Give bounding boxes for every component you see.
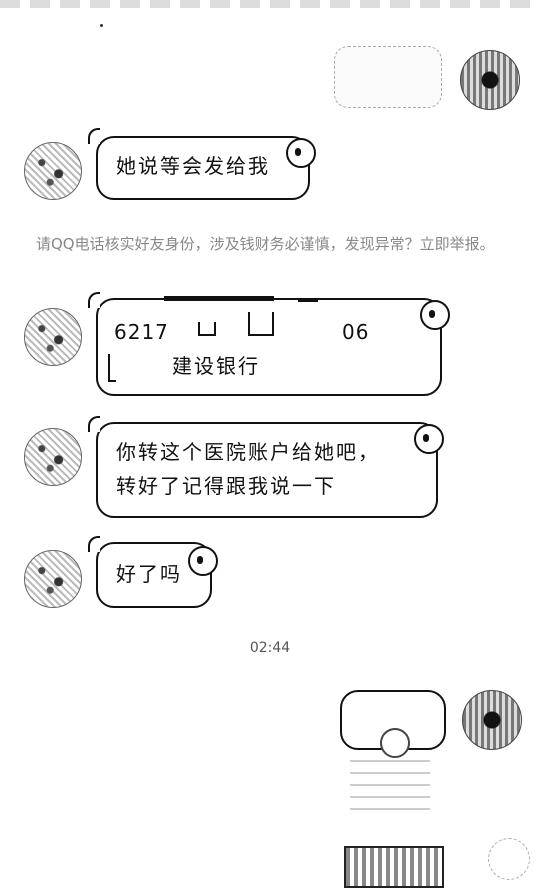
bank-name: 建设银行 — [172, 354, 260, 378]
redaction-mark — [248, 312, 274, 336]
bubble-corner-deco-icon — [286, 138, 316, 168]
message-timestamp: 02:44 — [249, 640, 291, 656]
user-avatar[interactable] — [462, 690, 522, 750]
redaction-bar — [298, 298, 318, 302]
bubble-tail-deco — [88, 128, 100, 144]
image-thumbnail[interactable] — [344, 846, 444, 888]
contact-avatar[interactable] — [24, 428, 82, 486]
bubble-tail-deco — [88, 536, 100, 552]
contact-avatar[interactable] — [24, 308, 82, 366]
bubble-tail-deco — [88, 292, 100, 308]
card-number-suffix: 06 — [342, 320, 370, 344]
message-bubble[interactable]: 她说等会发给我 — [96, 136, 310, 200]
bubble-corner-deco-icon — [188, 546, 218, 576]
top-crop-strip — [0, 0, 540, 8]
security-notice: 请QQ电话核实好友身份，涉及钱财务必谨慎，发现异常？立即举报。 — [36, 235, 495, 253]
user-avatar[interactable] — [460, 50, 520, 110]
redaction-bar — [164, 296, 274, 301]
bubble-tail-deco — [88, 416, 100, 432]
redaction-mark — [198, 322, 216, 336]
message-bubble[interactable]: 你转这个医院账户给她吧， 转好了记得跟我说一下 — [96, 422, 438, 518]
outgoing-blurred-bubble[interactable] — [334, 46, 442, 108]
image-content-placeholder — [380, 728, 410, 758]
stray-dot — [100, 24, 103, 27]
message-text-line2: 转好了记得跟我说一下 — [116, 474, 336, 498]
message-text: 她说等会发给我 — [116, 154, 270, 178]
image-content-placeholder — [350, 760, 430, 820]
contact-avatar[interactable] — [24, 142, 82, 200]
redaction-mark — [108, 354, 116, 382]
bubble-corner-deco-icon — [420, 300, 450, 330]
avatar-partial — [488, 838, 530, 880]
message-text: 好了吗 — [116, 562, 182, 586]
bank-card-bubble[interactable]: 6217 06 建设银行 — [96, 296, 442, 396]
bubble-corner-deco-icon — [414, 424, 444, 454]
message-text-line1: 你转这个医院账户给她吧， — [116, 440, 380, 464]
card-number-prefix: 6217 — [114, 320, 169, 344]
contact-avatar[interactable] — [24, 550, 82, 608]
